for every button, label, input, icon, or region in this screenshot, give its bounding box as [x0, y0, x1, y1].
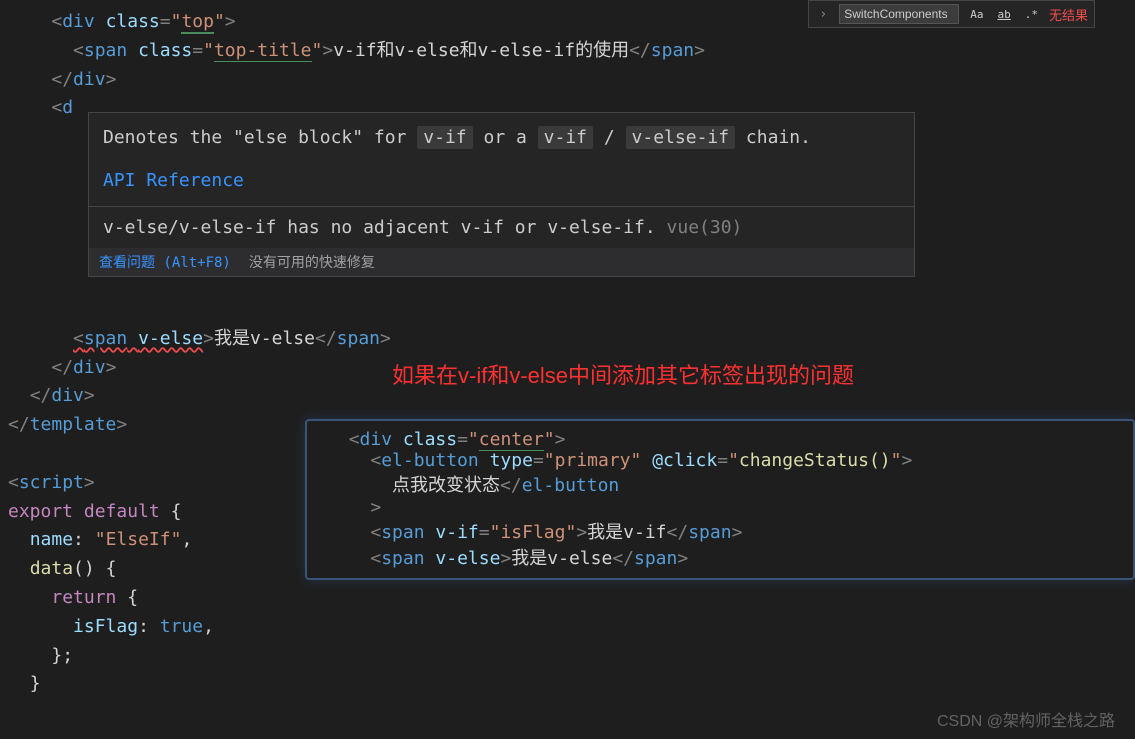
no-results-text: 无结果 [1049, 5, 1088, 24]
code-line[interactable]: <span v-else>我是v-else</span> [0, 325, 1135, 354]
code-line[interactable]: return { [0, 584, 1135, 613]
code-editor[interactable]: <div class="top"> <span class="top-title… [0, 0, 1135, 707]
view-problem-link[interactable]: 查看问题 (Alt+F8) [99, 252, 231, 272]
code-line[interactable]: <span v-if="isFlag">我是v-if</span> [307, 518, 1133, 544]
code-line[interactable]: 点我改变状态</el-button [307, 471, 1133, 497]
whole-word-icon[interactable]: ab [994, 7, 1013, 22]
search-widget[interactable]: › Aa ab .* 无结果 [808, 0, 1095, 28]
quickfix-text: 没有可用的快速修复 [249, 252, 375, 272]
search-input[interactable] [839, 4, 959, 24]
code-line[interactable]: <span v-else>我是v-else</span> [307, 544, 1133, 570]
code-line[interactable] [0, 296, 1135, 325]
hover-tooltip: Denotes the "else block" for v-if or a v… [88, 112, 915, 277]
code-line[interactable]: }; [0, 642, 1135, 671]
code-line[interactable]: > [307, 497, 1133, 518]
watermark: CSDN @架构师全栈之路 [937, 707, 1115, 731]
code-line[interactable]: } [0, 670, 1135, 699]
code-line[interactable]: <el-button type="primary" @click="change… [307, 450, 1133, 471]
regex-icon[interactable]: .* [1022, 7, 1041, 22]
api-reference-link[interactable]: API Reference [103, 166, 900, 197]
hover-description: Denotes the "else block" for v-if or a v… [89, 113, 914, 206]
code-line[interactable]: isFlag: true, [0, 613, 1135, 642]
hover-diagnostic: v-else/v-else-if has no adjacent v-if or… [89, 206, 914, 248]
inset-code-snippet: <div class="center"> <el-button type="pr… [305, 419, 1135, 580]
code-line[interactable]: </div> [0, 66, 1135, 95]
hover-footer: 查看问题 (Alt+F8) 没有可用的快速修复 [89, 248, 914, 276]
code-line[interactable]: <div class="center"> [307, 429, 1133, 450]
code-line[interactable]: <span class="top-title">v-if和v-else和v-el… [0, 37, 1135, 66]
chevron-right-icon[interactable]: › [815, 7, 831, 22]
annotation-text: 如果在v-if和v-else中间添加其它标签出现的问题 [392, 358, 854, 390]
case-sensitive-icon[interactable]: Aa [967, 7, 986, 22]
